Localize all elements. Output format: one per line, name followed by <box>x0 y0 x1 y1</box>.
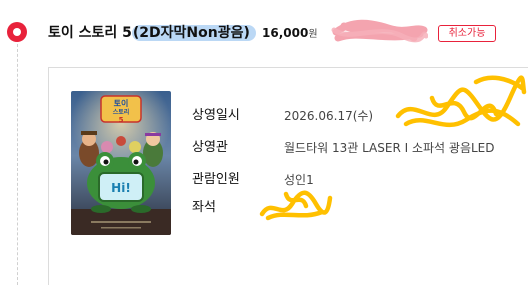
theater-label: 상영관 <box>192 140 228 155</box>
cancel-available-button[interactable]: 취소가능 <box>438 25 496 42</box>
timeline-line <box>17 44 18 285</box>
svg-text:Hi!: Hi! <box>111 181 131 195</box>
booking-price: 16,000원 <box>262 23 318 43</box>
audience-label: 관람인원 <box>192 172 240 187</box>
booking-history-page: 토이 스토리 5(2D자막Non광음) 16,000원 취소가능 토이 스토리 <box>0 0 528 285</box>
theater-value: 월드타워 13관 LASER I 소파석 광음LED <box>284 141 495 155</box>
movie-title-main: 토이 스토리 5 <box>48 25 132 41</box>
timeline-marker-center <box>13 28 21 36</box>
movie-title[interactable]: 토이 스토리 5(2D자막Non광음) <box>48 22 256 44</box>
svg-text:스토리: 스토리 <box>113 108 130 116</box>
price-unit: 원 <box>308 29 318 40</box>
audience-value: 성인1 <box>284 173 314 187</box>
redaction-pink-scribble <box>331 19 428 43</box>
price-amount: 16,000 <box>262 26 309 40</box>
showtime-value: 2026.06.17(수) <box>284 109 374 123</box>
movie-poster-image: 토이 스토리 5 Hi! <box>71 91 171 235</box>
svg-text:5: 5 <box>119 116 124 124</box>
svg-text:토이: 토이 <box>114 98 129 108</box>
seat-label: 좌석 <box>192 200 216 215</box>
timeline-marker <box>7 22 27 42</box>
showtime-label: 상영일시 <box>192 108 240 123</box>
movie-format: (2D자막Non광음) <box>131 25 256 41</box>
